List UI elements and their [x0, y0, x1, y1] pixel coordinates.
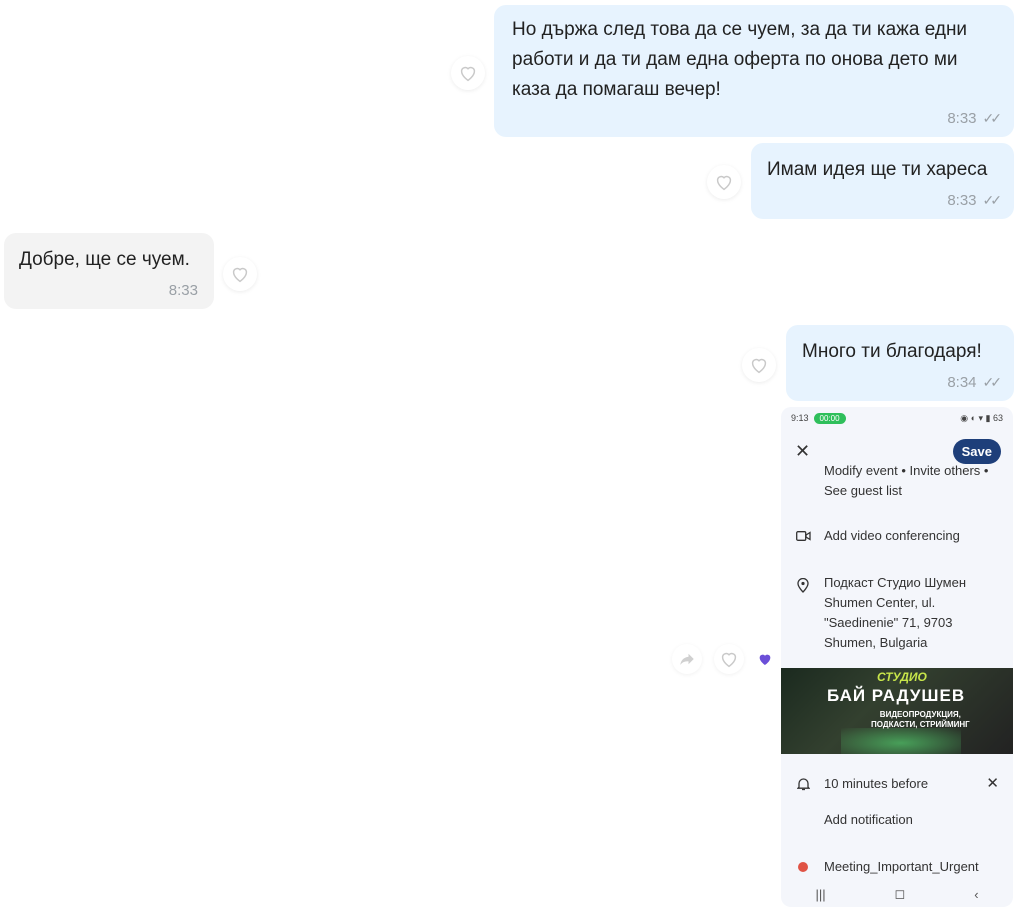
location-pin-icon — [795, 577, 811, 593]
call-pill: 00:00 — [813, 412, 846, 424]
message-text: Добре, ще се чуем. — [19, 249, 190, 270]
heart-icon — [232, 267, 248, 283]
banner-top-text: СТУДИО — [877, 670, 927, 684]
like-button[interactable] — [707, 165, 741, 199]
message-text: Но държа след това да се чуем, за да ти … — [512, 19, 968, 100]
message-meta: 8:34 ✓✓ — [947, 374, 1003, 391]
message-time: 8:33 — [947, 192, 977, 209]
like-button[interactable] — [223, 257, 257, 291]
home-icon[interactable]: ◻ — [895, 886, 906, 902]
bell-icon — [795, 776, 811, 792]
read-ticks-icon: ✓✓ — [982, 110, 1003, 126]
message-actions — [672, 644, 774, 674]
video-camera-icon — [795, 528, 811, 544]
heart-icon — [716, 175, 732, 191]
video-conferencing-row[interactable]: Add video conferencing — [781, 526, 1013, 548]
back-icon[interactable]: ‹ — [974, 887, 978, 902]
recent-apps-icon[interactable]: ||| — [815, 887, 825, 902]
message-bubble-outgoing[interactable]: Но държа след това да се чуем, за да ти … — [494, 5, 1014, 137]
status-bar: 9:13 00:00 ◉ ◐ ▾ ▮ 63 — [781, 407, 1013, 429]
message-text: Имам идея ще ти хареса — [767, 159, 988, 180]
guest-options-text: Modify event • Invite others • See guest… — [824, 463, 989, 498]
message-meta: 8:33 — [169, 282, 198, 299]
shared-screenshot[interactable]: 9:13 00:00 ◉ ◐ ▾ ▮ 63 ✕ Save Modify even… — [781, 407, 1013, 907]
like-button[interactable] — [714, 644, 744, 674]
notification-row[interactable]: 10 minutes before ✕ — [781, 774, 1013, 796]
status-time: 9:13 — [791, 413, 809, 423]
add-notification-text: Add notification — [824, 812, 913, 827]
forward-icon — [680, 653, 694, 665]
studio-banner-image: СТУДИО БАЙ РАДУШЕВ ВИДЕОПРОДУКЦИЯ, ПОДКА… — [781, 668, 1013, 754]
like-button[interactable] — [451, 56, 485, 90]
message-bubble-outgoing[interactable]: Много ти благодаря! 8:34 ✓✓ — [786, 325, 1014, 401]
banner-subtitle: ВИДЕОПРОДУКЦИЯ, ПОДКАСТИ, СТРИЙМИНГ — [871, 710, 970, 729]
message-bubble-outgoing[interactable]: Имам идея ще ти хареса 8:33 ✓✓ — [751, 143, 1014, 219]
close-icon[interactable]: ✕ — [795, 441, 810, 462]
message-meta: 8:33 ✓✓ — [947, 192, 1003, 209]
add-notification-row[interactable]: Add notification — [781, 810, 1013, 832]
heart-icon — [751, 358, 767, 374]
heart-icon — [721, 652, 737, 668]
calendar-color-dot — [795, 859, 811, 875]
purple-heart-icon — [759, 654, 771, 665]
like-button[interactable] — [742, 348, 776, 382]
location-row[interactable]: Подкаст Студио Шумен Shumen Center, ul. … — [781, 573, 1013, 655]
location-text: Подкаст Студио Шумен Shumen Center, ul. … — [824, 575, 967, 650]
guest-options: Modify event • Invite others • See guest… — [781, 463, 1013, 505]
read-ticks-icon: ✓✓ — [982, 192, 1003, 208]
banner-glow — [841, 728, 961, 754]
reaction-badge[interactable] — [756, 650, 774, 668]
read-ticks-icon: ✓✓ — [982, 374, 1003, 390]
android-navbar: ||| ◻ ‹ — [781, 881, 1013, 907]
heart-icon — [460, 66, 476, 82]
message-time: 8:34 — [947, 374, 977, 391]
remove-notification-icon[interactable]: ✕ — [986, 774, 999, 792]
message-text: Много ти благодаря! — [802, 341, 982, 362]
banner-title: БАЙ РАДУШЕВ — [827, 686, 966, 705]
message-meta: 8:33 ✓✓ — [947, 110, 1003, 127]
calendar-row[interactable]: Meeting_Important_Urgent — [781, 857, 1013, 879]
forward-button[interactable] — [672, 644, 702, 674]
video-conferencing-text: Add video conferencing — [824, 528, 960, 543]
notification-text: 10 minutes before — [824, 776, 929, 791]
status-icons: ◉ ◐ ▾ ▮ 63 — [960, 412, 1003, 423]
message-time: 8:33 — [168, 282, 198, 299]
message-bubble-incoming[interactable]: Добре, ще се чуем. 8:33 — [4, 233, 214, 309]
calendar-name-text: Meeting_Important_Urgent — [824, 859, 979, 874]
message-time: 8:33 — [947, 110, 977, 127]
